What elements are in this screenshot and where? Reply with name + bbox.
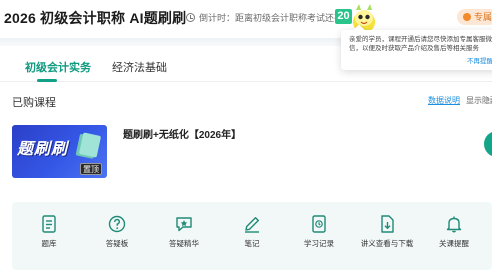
tab-economic-law[interactable]: 经济法基础 (112, 59, 167, 75)
data-description-link[interactable]: 数据说明 (428, 95, 460, 106)
countdown-text: 倒计时：距离初级会计职称考试还有 (199, 13, 344, 23)
notice-text: 亲爱的学员，课程开通后请您尽快添加专属客服微信，以便及时获取产品介绍及售后等相关… (349, 36, 492, 52)
function-label: 讲义查看与下载 (360, 239, 414, 248)
exclusive-service-button[interactable]: 专属 (457, 9, 492, 25)
function-qa-board[interactable]: 答疑板 (87, 214, 147, 249)
function-label: 答疑板 (105, 239, 129, 248)
study-record-icon (312, 215, 326, 233)
function-label: 笔记 (244, 239, 260, 248)
active-tab-indicator (37, 79, 57, 82)
function-study-record[interactable]: 学习记录 (289, 214, 349, 249)
service-icon (463, 13, 471, 21)
enter-course-button[interactable] (484, 131, 492, 157)
course-name[interactable]: 题刷刷+无纸化【2026年】 (123, 126, 241, 141)
cover-title: 题刷刷 (17, 141, 69, 158)
show-hidden-toggle[interactable]: 显示隐藏 (466, 95, 492, 106)
qa-highlights-icon (176, 217, 192, 232)
tab-accounting-practice[interactable]: 初级会计实务 (25, 59, 91, 75)
exam-countdown: 倒计时：距离初级会计职称考试还有 (186, 11, 343, 24)
section-title: 已购课程 (12, 97, 56, 109)
notes-icon (245, 217, 259, 233)
function-label: 题库 (41, 239, 57, 248)
function-label: 关课提醒 (439, 239, 469, 248)
service-label: 专属 (474, 12, 492, 22)
handout-download-icon (381, 215, 394, 233)
app-title: 2026 初级会计职称 AI题刷刷 (4, 10, 187, 26)
clock-icon (186, 13, 195, 22)
function-question-bank[interactable]: 题库 (19, 214, 79, 249)
function-qa-highlights[interactable]: 答疑精华 (154, 214, 214, 249)
book-icon (78, 132, 102, 158)
function-label: 答疑精华 (169, 239, 199, 248)
course-reminder-icon (446, 216, 462, 233)
qa-board-icon (108, 215, 126, 233)
function-course-reminder[interactable]: 关课提醒 (424, 214, 484, 249)
dismiss-notice-link[interactable]: 不再提醒 (467, 57, 492, 66)
service-notice-popover: 亲爱的学员，课程开通后请您尽快添加专属客服微信，以便及时获取产品介绍及售后等相关… (341, 30, 492, 70)
question-bank-icon (42, 215, 56, 233)
function-handout-download[interactable]: 讲义查看与下载 (357, 214, 417, 249)
function-label: 学习记录 (304, 239, 334, 248)
pin-badge[interactable]: 置顶 (80, 163, 102, 175)
function-notes[interactable]: 笔记 (222, 214, 282, 249)
